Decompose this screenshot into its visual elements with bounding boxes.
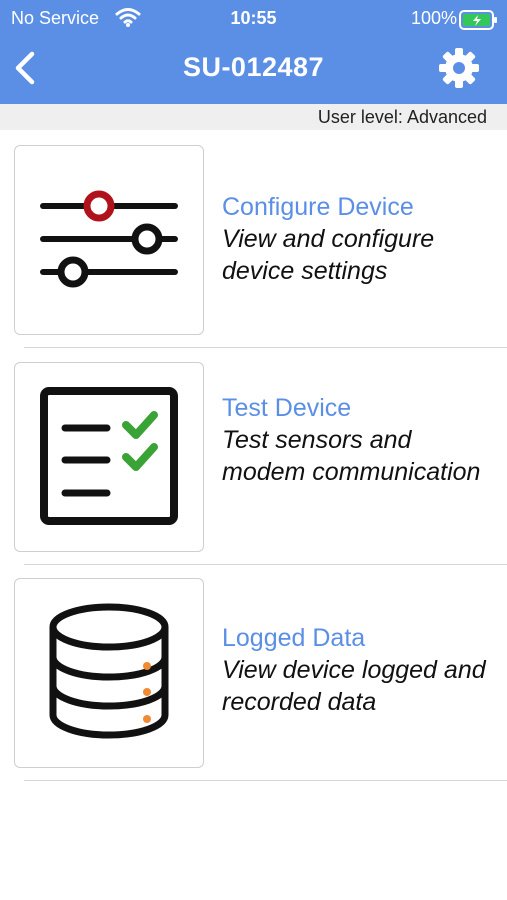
sliders-icon <box>14 145 204 335</box>
gear-icon[interactable] <box>437 46 481 95</box>
divider <box>24 347 507 348</box>
menu-item-label: Configure Device <box>222 193 414 221</box>
logged-data-item[interactable]: Logged Data View device logged and recor… <box>0 578 507 788</box>
battery-icon <box>459 10 499 35</box>
page-title: SU-012487 <box>182 52 325 82</box>
menu-item-label: Logged Data <box>222 624 366 652</box>
user-level-label: User level: Advanced <box>317 107 487 127</box>
divider <box>24 564 507 565</box>
checklist-icon <box>14 362 204 552</box>
menu-item-description: View and configure device settings <box>222 225 435 285</box>
battery-percentage: 100% <box>410 8 457 28</box>
nav-bar: SU-012487 <box>0 40 507 100</box>
menu-item-label: Test Device <box>222 394 352 422</box>
database-icon <box>14 578 204 768</box>
menu-item-description: Test sensors and modem communication <box>222 426 481 486</box>
header: No Service 10:55 100% SU-012487 <box>0 0 507 104</box>
configure-device-item[interactable]: Configure Device View and configure devi… <box>0 145 507 355</box>
user-level-bar: User level: Advanced <box>0 104 507 130</box>
test-device-text: Test Device Test sensors and modem commu… <box>222 392 492 488</box>
logged-data-text: Logged Data View device logged and recor… <box>222 622 492 718</box>
test-device-item[interactable]: Test Device Test sensors and modem commu… <box>0 362 507 572</box>
status-bar: No Service 10:55 100% <box>0 4 507 32</box>
menu-item-description: View device logged and recorded data <box>222 656 486 716</box>
divider <box>24 780 507 781</box>
configure-device-text: Configure Device View and configure devi… <box>222 191 492 287</box>
